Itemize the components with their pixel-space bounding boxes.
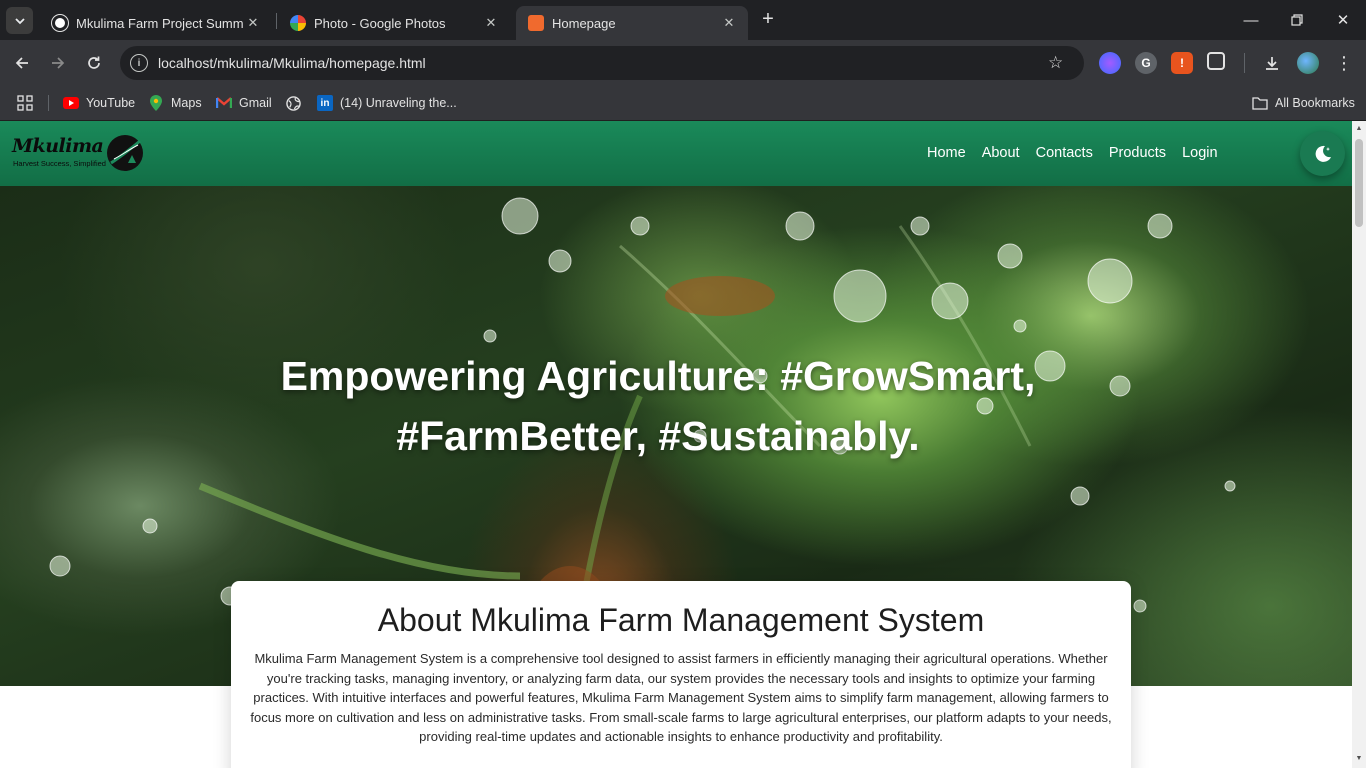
moon-icon [1315,145,1331,162]
restore-icon [1291,14,1303,26]
extensions-puzzle-icon[interactable] [1207,52,1225,70]
globe-icon [285,95,301,111]
xampp-icon [528,15,544,31]
site-nav-links: Home About Contacts Products Login [927,145,1234,161]
browser-toolbar: i localhost/mkulima/Mkulima/homepage.htm… [0,40,1366,85]
youtube-icon [63,95,79,111]
nav-home[interactable]: Home [927,145,966,161]
about-title: About Mkulima Farm Management System [377,602,985,638]
extension-ai-icon[interactable] [1099,52,1121,74]
apps-button[interactable] [17,93,33,113]
profile-avatar[interactable] [1297,52,1319,74]
address-bar[interactable]: i localhost/mkulima/Mkulima/homepage.htm… [120,46,1084,80]
page-viewport: Mkulima Harvest Success, Simplified Home… [0,121,1352,768]
tab-title: Photo - Google Photos [314,15,446,31]
maps-icon [148,95,164,111]
tab-divider [276,13,277,29]
nav-contacts[interactable]: Contacts [1036,145,1093,161]
tab-mkulima-summary[interactable]: Mkulima Farm Project Summary ✕ [40,6,272,40]
restore-button[interactable] [1285,8,1309,32]
extension-orange-icon[interactable]: ! [1171,52,1193,74]
folder-icon [1252,95,1268,111]
tab-search-button[interactable] [6,7,33,34]
toolbar-divider [1244,53,1245,73]
tab-title: Mkulima Farm Project Summary [76,15,244,31]
grammarly-icon[interactable]: G [1135,52,1157,74]
bookmarks-bar: YouTube Maps Gmail in (14) Unraveling th… [0,85,1366,121]
google-photos-icon [290,15,306,31]
tab-homepage[interactable]: Homepage ✕ [516,6,748,40]
about-card: About Mkulima Farm Management System Mku… [231,581,1131,768]
site-logo[interactable]: Mkulima Harvest Success, Simplified [12,133,146,175]
all-bookmarks-label: All Bookmarks [1275,96,1355,110]
back-button[interactable] [9,50,35,76]
bookmark-gmail[interactable]: Gmail [216,93,272,113]
reload-button[interactable] [81,50,107,76]
bookmark-label: YouTube [86,96,136,110]
nav-login[interactable]: Login [1182,145,1217,161]
bookmark-label: Gmail [239,96,272,110]
new-tab-button[interactable]: + [758,9,778,30]
site-navbar: Mkulima Harvest Success, Simplified Home… [0,121,1352,186]
bookmark-maps[interactable]: Maps [148,93,202,113]
chevron-down-icon [14,17,25,24]
browser-menu-button[interactable]: ⋮ [1331,50,1357,76]
downloads-button[interactable] [1259,50,1285,76]
bookmark-youtube[interactable]: YouTube [63,93,135,113]
site-info-icon[interactable]: i [130,54,148,72]
bookmark-globe[interactable] [285,93,308,113]
bookmarks-divider [48,95,49,111]
minimize-button[interactable]: — [1239,8,1263,32]
tab-google-photos[interactable]: Photo - Google Photos ✕ [278,6,510,40]
browser-tab-strip: Mkulima Farm Project Summary ✕ Photo - G… [0,0,1366,40]
close-tab-icon[interactable]: ✕ [720,14,738,32]
scroll-down-arrow-icon[interactable]: ▼ [1355,755,1363,763]
arrow-left-icon [15,57,28,69]
close-window-button[interactable]: ✕ [1331,8,1355,32]
chatgpt-icon [52,15,68,31]
about-description: Mkulima Farm Management System is a comp… [250,651,1112,745]
nav-about[interactable]: About [982,145,1020,161]
logo-text: Mkulima [12,135,104,157]
apps-grid-icon [17,95,33,111]
bookmark-label: Maps [171,96,202,110]
gmail-icon [216,95,232,111]
download-icon [1266,57,1278,70]
bookmark-linkedin[interactable]: in (14) Unraveling the... [317,93,457,113]
theme-toggle-button[interactable] [1300,131,1345,176]
linkedin-icon: in [317,95,333,111]
nav-products[interactable]: Products [1109,145,1166,161]
forward-button[interactable] [45,50,71,76]
page-scrollbar[interactable]: ▲ ▼ [1352,121,1366,768]
bookmark-label: (14) Unraveling the... [340,96,457,110]
logo-tagline: Harvest Success, Simplified [13,159,106,168]
tab-title: Homepage [552,15,616,31]
address-bar-url[interactable]: localhost/mkulima/Mkulima/homepage.html [158,55,1048,71]
reload-icon [88,56,100,69]
close-tab-icon[interactable]: ✕ [244,14,262,32]
logo-emblem-icon [107,135,143,171]
close-tab-icon[interactable]: ✕ [482,14,500,32]
bookmark-star-icon[interactable]: ☆ [1048,53,1070,73]
arrow-right-icon [52,57,65,69]
scroll-up-arrow-icon[interactable]: ▲ [1355,125,1363,133]
all-bookmarks-button[interactable]: All Bookmarks [1252,93,1355,113]
scrollbar-thumb[interactable] [1355,139,1363,227]
hero-title: Empowering Agriculture: #GrowSmart, #Far… [280,353,1036,459]
